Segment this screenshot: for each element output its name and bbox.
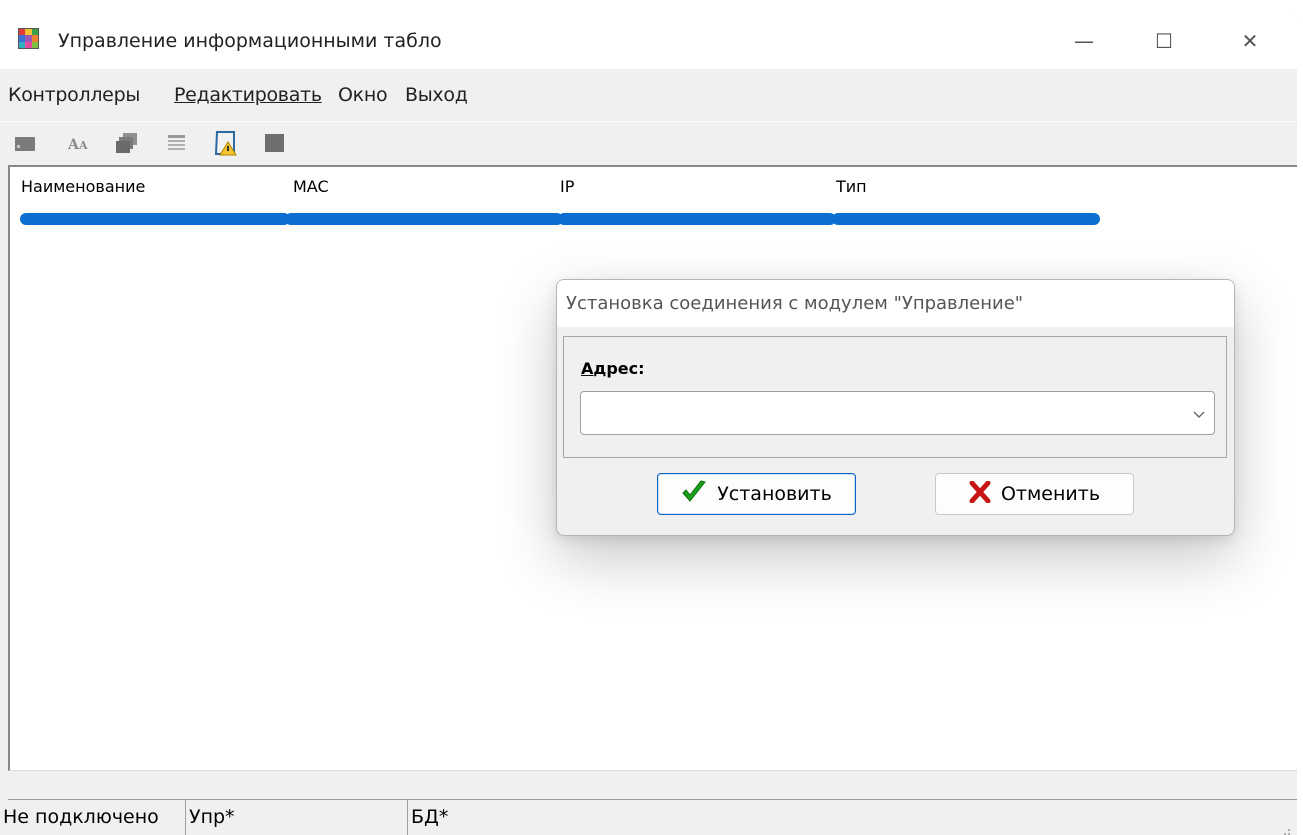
dialog-title-bar: Установка соединения с модулем "Управлен… bbox=[557, 280, 1234, 327]
connect-button-label: Установить bbox=[717, 483, 832, 505]
status-db: БД* bbox=[411, 806, 449, 828]
address-combobox[interactable] bbox=[580, 391, 1215, 435]
address-label-accel: А bbox=[581, 359, 594, 378]
dialog-title: Установка соединения с модулем "Управлен… bbox=[566, 293, 1024, 314]
warning-scroll-icon[interactable] bbox=[212, 129, 240, 157]
menu-edit[interactable]: Редактировать bbox=[174, 84, 322, 106]
maximize-icon: ☐ bbox=[1155, 28, 1173, 53]
close-icon: ✕ bbox=[1241, 28, 1259, 53]
menu-window[interactable]: Окно bbox=[338, 84, 388, 106]
address-label: Адрес: bbox=[581, 359, 645, 378]
check-icon bbox=[681, 479, 707, 509]
windows-stack-icon[interactable] bbox=[116, 132, 138, 154]
cross-icon bbox=[969, 480, 991, 508]
column-header-name[interactable]: Наименование bbox=[21, 177, 145, 196]
address-label-rest: дрес: bbox=[593, 359, 645, 378]
resize-grip-icon[interactable] bbox=[1281, 821, 1291, 835]
column-header-ip[interactable]: IP bbox=[560, 177, 574, 196]
connection-dialog: Установка соединения с модулем "Управлен… bbox=[556, 279, 1235, 536]
maximize-button[interactable]: ☐ bbox=[1132, 12, 1196, 69]
status-connection: Не подключено bbox=[0, 800, 186, 835]
chevron-down-icon[interactable] bbox=[1192, 406, 1206, 420]
menu-controllers[interactable]: Контроллеры bbox=[8, 84, 140, 106]
minimize-button[interactable]: — bbox=[1052, 12, 1116, 69]
status-strip bbox=[8, 771, 1297, 800]
menu-edit-label: Редактировать bbox=[174, 84, 322, 106]
grey-square-icon[interactable] bbox=[264, 132, 286, 154]
title-bar: Управление информационными табло — ☐ ✕ bbox=[0, 12, 1297, 69]
cancel-button[interactable]: Отменить bbox=[935, 473, 1134, 515]
status-bar: Не подключено Упр* БД* bbox=[0, 800, 1297, 835]
svg-text:A: A bbox=[78, 139, 88, 152]
connect-button[interactable]: Установить bbox=[657, 473, 856, 515]
column-bar-type[interactable] bbox=[832, 213, 1100, 225]
font-icon[interactable]: AA bbox=[67, 132, 90, 154]
minimize-icon: — bbox=[1074, 28, 1094, 53]
cancel-button-label: Отменить bbox=[1000, 483, 1101, 505]
close-button[interactable]: ✕ bbox=[1218, 12, 1282, 69]
window-title: Управление информационными табло bbox=[58, 30, 442, 52]
column-bar-ip[interactable] bbox=[558, 213, 836, 225]
address-group: Адрес: bbox=[563, 336, 1227, 458]
column-bar-name[interactable] bbox=[20, 213, 290, 225]
column-header-mac[interactable]: MAC bbox=[293, 177, 329, 196]
column-bar-mac[interactable] bbox=[285, 213, 563, 225]
menu-bar: Контроллеры Редактировать Окно Выход bbox=[0, 69, 1297, 121]
column-header-type[interactable]: Тип bbox=[836, 177, 867, 196]
status-control: Упр* bbox=[186, 800, 408, 835]
app-icon bbox=[18, 28, 39, 49]
menu-exit[interactable]: Выход bbox=[405, 84, 468, 106]
list-icon[interactable] bbox=[166, 132, 188, 154]
toolbar: AA bbox=[0, 121, 1297, 166]
square-icon[interactable] bbox=[14, 132, 36, 154]
